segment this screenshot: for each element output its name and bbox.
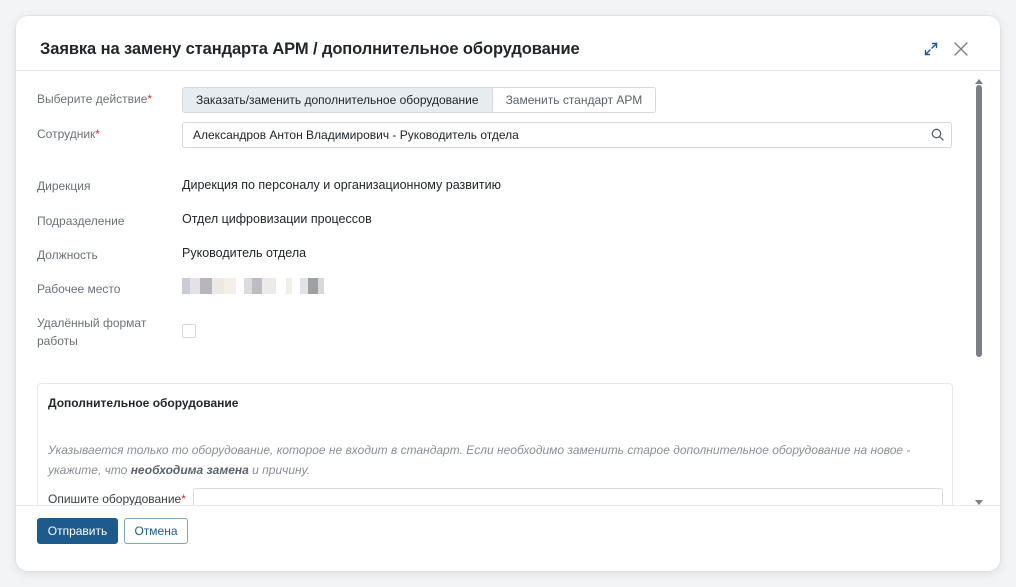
search-icon[interactable] <box>931 128 944 141</box>
describe-equipment-label-text: Опишите оборудование <box>48 492 182 505</box>
expand-icon[interactable] <box>922 40 940 58</box>
required-mark: * <box>147 92 153 106</box>
dialog-title: Заявка на замену стандарта АРМ / дополни… <box>40 40 580 58</box>
arrow-down-icon[interactable] <box>974 494 984 505</box>
directorate-label: Дирекция <box>37 179 91 193</box>
scrollbar[interactable] <box>974 72 984 505</box>
describe-equipment-input[interactable] <box>193 488 943 505</box>
employee-input[interactable] <box>183 123 933 147</box>
required-mark: * <box>181 492 186 505</box>
equipment-hint: Указывается только то оборудование, кото… <box>48 440 948 480</box>
remote-label-line2: работы <box>37 334 78 348</box>
close-icon[interactable] <box>952 40 970 58</box>
request-dialog: Заявка на замену стандарта АРМ / дополни… <box>16 16 1000 571</box>
position-value: Руководитель отдела <box>182 246 307 260</box>
department-value: Отдел цифровизации процессов <box>182 212 372 226</box>
action-label: Выберите действие* <box>37 90 152 108</box>
action-label-text: Выберите действие <box>37 92 148 106</box>
equipment-section-title: Дополнительное оборудование <box>48 396 239 410</box>
submit-button[interactable]: Отправить <box>37 518 118 544</box>
department-label: Подразделение <box>37 214 125 228</box>
dialog-body[interactable]: Выберите действие* Заказать/заменить доп… <box>16 71 1000 505</box>
directorate-value: Дирекция по персоналу и организационному… <box>182 178 501 192</box>
scrollbar-thumb[interactable] <box>976 85 982 357</box>
cancel-button[interactable]: Отмена <box>124 518 188 544</box>
dialog-header: Заявка на замену стандарта АРМ / дополни… <box>16 16 1000 71</box>
describe-equipment-label: Опишите оборудование* <box>48 492 186 505</box>
employee-label: Сотрудник* <box>37 125 100 143</box>
remote-checkbox[interactable] <box>182 324 196 338</box>
segment-order-equipment[interactable]: Заказать/заменить дополнительное оборудо… <box>183 88 493 112</box>
equipment-section: Дополнительное оборудование Указывается … <box>37 383 953 505</box>
employee-search-field[interactable] <box>182 122 952 148</box>
dialog-footer: Отправить Отмена <box>16 505 1000 571</box>
remote-label: Удалённый формат работы <box>37 314 146 350</box>
arrow-up-icon[interactable] <box>974 72 984 84</box>
required-mark: * <box>95 127 100 141</box>
action-segmented-control: Заказать/заменить дополнительное оборудо… <box>182 87 657 113</box>
workplace-label: Рабочее место <box>37 282 121 296</box>
hint-bold: необходима замена <box>130 463 249 477</box>
position-label: Должность <box>37 248 98 262</box>
employee-label-text: Сотрудник <box>37 127 96 141</box>
hint-part2: и причину. <box>248 463 311 477</box>
remote-label-line1: Удалённый формат <box>37 316 147 330</box>
segment-replace-standard[interactable]: Заменить стандарт АРМ <box>492 88 656 112</box>
workplace-value-redacted <box>182 278 324 294</box>
